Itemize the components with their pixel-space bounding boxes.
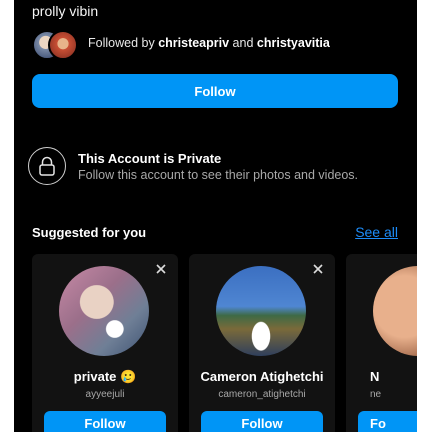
suggested-handle: cameron_atighetchi (218, 389, 306, 400)
suggested-heading: Suggested for you (32, 225, 147, 240)
suggested-name[interactable]: Cameron Atighetchi (189, 369, 335, 384)
see-all-link[interactable]: See all (355, 224, 398, 240)
suggested-name[interactable]: N (370, 369, 417, 384)
suggested-card[interactable]: Cameron Atighetchi cameron_atighetchi Fo… (189, 254, 335, 432)
suggested-handle: ayyeejuli (85, 389, 125, 400)
profile-bio: prolly vibin (32, 3, 99, 19)
followed-by-and: and (232, 36, 254, 50)
suggested-card[interactable]: N ne Fo (346, 254, 417, 432)
follow-button[interactable]: Follow (44, 411, 166, 432)
avatar[interactable] (216, 266, 306, 356)
suggested-name[interactable]: private 🥲 (32, 369, 178, 385)
mutual-follower-name[interactable]: christyavitia (257, 36, 330, 50)
lock-icon (28, 147, 66, 185)
followed-by-text: Followed by christeapriv and christyavit… (88, 36, 330, 50)
avatar[interactable] (59, 266, 149, 356)
private-subtitle: Follow this account to see their photos … (78, 167, 359, 182)
followed-by-row[interactable]: Followed by christeapriv and christyavit… (32, 28, 330, 60)
followed-by-prefix: Followed by (88, 36, 155, 50)
avatar[interactable] (373, 266, 417, 356)
avatar (48, 30, 78, 60)
follow-button[interactable]: Follow (32, 74, 398, 108)
follow-button[interactable]: Follow (201, 411, 323, 432)
close-icon[interactable] (154, 262, 168, 276)
private-account-notice: This Account is Private Follow this acco… (28, 146, 358, 186)
private-title: This Account is Private (78, 150, 222, 166)
suggested-handle: ne (370, 389, 382, 400)
mutual-follower-avatars (32, 28, 80, 60)
follow-button[interactable]: Fo (358, 411, 417, 432)
suggested-card[interactable]: private 🥲 ayyeejuli Follow (32, 254, 178, 432)
mutual-follower-name[interactable]: christeapriv (158, 36, 229, 50)
profile-screen: prolly vibin Followed by christeapriv an… (14, 0, 417, 432)
close-icon[interactable] (311, 262, 325, 276)
